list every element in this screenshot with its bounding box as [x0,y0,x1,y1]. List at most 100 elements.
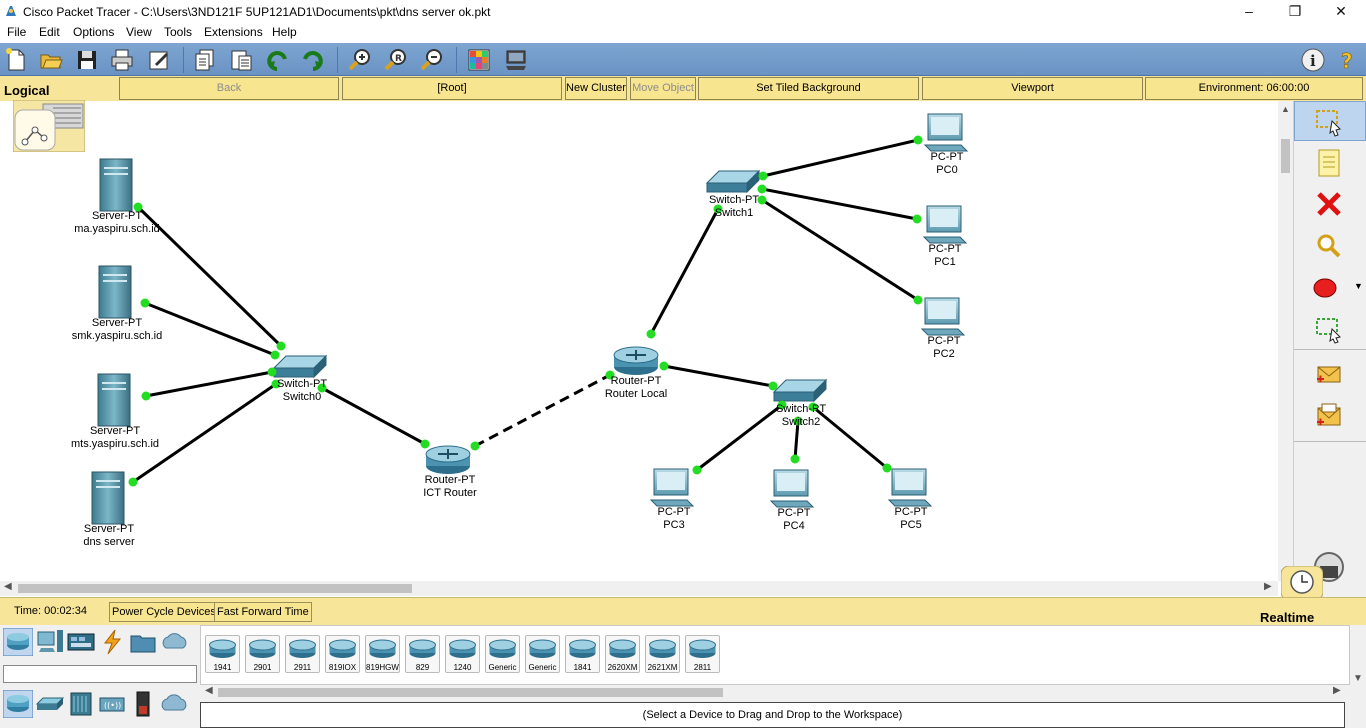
hubs-icon[interactable] [66,690,96,718]
router-model-2621xm[interactable]: 2621XM [645,635,680,673]
back-button[interactable]: Back [119,77,339,100]
menu-help[interactable]: Help [272,25,297,39]
resize-icon[interactable] [1312,311,1346,345]
menu-extensions[interactable]: Extensions [204,25,263,39]
device-switch0[interactable] [272,354,328,379]
menu-edit[interactable]: Edit [39,25,60,39]
scroll-left-arrow-icon[interactable]: ◀ [205,685,213,696]
device-switch1[interactable] [705,169,761,194]
menu-tools[interactable]: Tools [164,25,192,39]
device-pc3[interactable] [649,468,695,507]
device-pc0[interactable] [923,113,969,152]
horizontal-scroll-thumb[interactable] [18,584,412,593]
switches-icon[interactable] [35,690,65,718]
device-server-smk[interactable] [98,265,132,319]
add-simple-pdu-icon[interactable] [1312,358,1346,392]
end-devices-icon[interactable] [35,628,65,656]
router-model-819hgw[interactable]: 819HGW [365,635,400,673]
menu-options[interactable]: Options [73,25,114,39]
router-model-2811[interactable]: 2811 [685,635,720,673]
info-icon[interactable]: i [1300,47,1326,73]
note-icon[interactable] [1312,146,1346,180]
router-model-2911[interactable]: 2911 [285,635,320,673]
scroll-right-arrow-icon[interactable]: ▶ [1333,685,1341,696]
close-window-button[interactable]: ✕ [1318,0,1364,24]
save-icon[interactable] [74,47,100,73]
copy-icon[interactable] [192,47,218,73]
scroll-down-arrow-icon[interactable]: ▼ [1353,673,1363,684]
select-icon[interactable] [1312,105,1346,139]
paste-icon[interactable] [228,47,254,73]
device-ict-router[interactable] [425,445,471,474]
network-devices-icon[interactable] [3,628,33,656]
undo-icon[interactable] [264,47,290,73]
fast-forward-time-button[interactable]: Fast Forward Time [214,602,312,622]
device-list-scrollbar[interactable]: ◀ ▶ [200,685,1350,699]
device-pc5[interactable] [887,468,933,507]
delete-icon[interactable] [1312,187,1346,221]
workspace-vertical-scrollbar[interactable]: ▲ [1278,101,1293,581]
device-pc4[interactable] [769,469,815,508]
router-model-829[interactable]: 829 [405,635,440,673]
print-icon[interactable] [109,47,135,73]
device-switch2[interactable] [772,378,828,403]
router-model-generic[interactable]: Generic [525,635,560,673]
add-complex-pdu-icon[interactable] [1312,399,1346,433]
router-model-1941[interactable]: 1941 [205,635,240,673]
vertical-scroll-thumb[interactable] [1281,139,1290,173]
security-icon[interactable] [128,690,158,718]
device-server-ma[interactable] [99,158,133,212]
device-server-dns[interactable] [91,471,125,525]
help-icon[interactable]: ? [1335,47,1361,73]
scroll-left-arrow-icon[interactable]: ◀ [4,581,12,592]
router-model-1841[interactable]: 1841 [565,635,600,673]
device-list-scroll-thumb[interactable] [218,688,723,697]
power-cycle-devices-button[interactable]: Power Cycle Devices [109,602,219,622]
logical-tab[interactable] [13,100,85,152]
activity-wizard-icon[interactable] [146,47,172,73]
zoom-out-icon[interactable] [419,47,445,73]
palette-icon[interactable] [466,47,492,73]
wireless-devices-icon[interactable]: ((•)) [97,690,127,718]
zoom-reset-icon[interactable]: R [383,47,409,73]
realtime-clock-icon[interactable] [1281,566,1323,600]
router-model-819iox[interactable]: 819IOX [325,635,360,673]
menu-view[interactable]: View [126,25,152,39]
components-icon[interactable] [66,628,96,656]
routers-icon[interactable] [3,690,33,718]
move-object-button[interactable]: Move Object [630,77,696,100]
restore-button[interactable]: ❐ [1272,0,1318,24]
open-folder-icon[interactable] [38,47,64,73]
inspect-icon[interactable] [1312,229,1346,263]
set-tiled-background-button[interactable]: Set Tiled Background [698,77,919,100]
root-breadcrumb[interactable]: [Root] [342,77,562,100]
chevron-down-icon[interactable]: ▼ [1354,281,1363,291]
logical-workspace[interactable]: Server-PT ma.yaspiru.sch.id Server-PT smk.… [0,101,1278,581]
draw-ellipse-icon[interactable] [1312,271,1346,305]
viewport-button[interactable]: Viewport [922,77,1143,100]
multiuser-icon[interactable] [159,628,189,656]
picker-vertical-scrollbar[interactable]: ▼ [1350,625,1366,728]
zoom-in-icon[interactable] [347,47,373,73]
router-model-2620xm[interactable]: 2620XM [605,635,640,673]
router-model-1240[interactable]: 1240 [445,635,480,673]
minimize-button[interactable]: – [1226,0,1272,24]
redo-icon[interactable] [300,47,326,73]
new-cluster-button[interactable]: New Cluster [565,77,627,100]
device-router-local[interactable] [613,346,659,375]
device-server-mts[interactable] [97,373,131,427]
wan-emulation-icon[interactable] [159,690,189,718]
scroll-right-arrow-icon[interactable]: ▶ [1264,581,1272,592]
device-pc2[interactable] [920,297,966,336]
connections-icon[interactable] [97,628,127,656]
device-pc1[interactable] [922,205,968,244]
router-model-generic[interactable]: Generic [485,635,520,673]
environment-button[interactable]: Environment: 06:00:00 [1145,77,1363,100]
new-file-icon[interactable] [3,47,29,73]
router-model-2901[interactable]: 2901 [245,635,280,673]
custom-device-icon[interactable] [503,47,529,73]
scroll-up-arrow-icon[interactable]: ▲ [1281,104,1290,114]
miscellaneous-icon[interactable] [128,628,158,656]
menu-file[interactable]: File [7,25,26,39]
workspace-horizontal-scrollbar[interactable]: ◀ ▶ [0,581,1278,596]
